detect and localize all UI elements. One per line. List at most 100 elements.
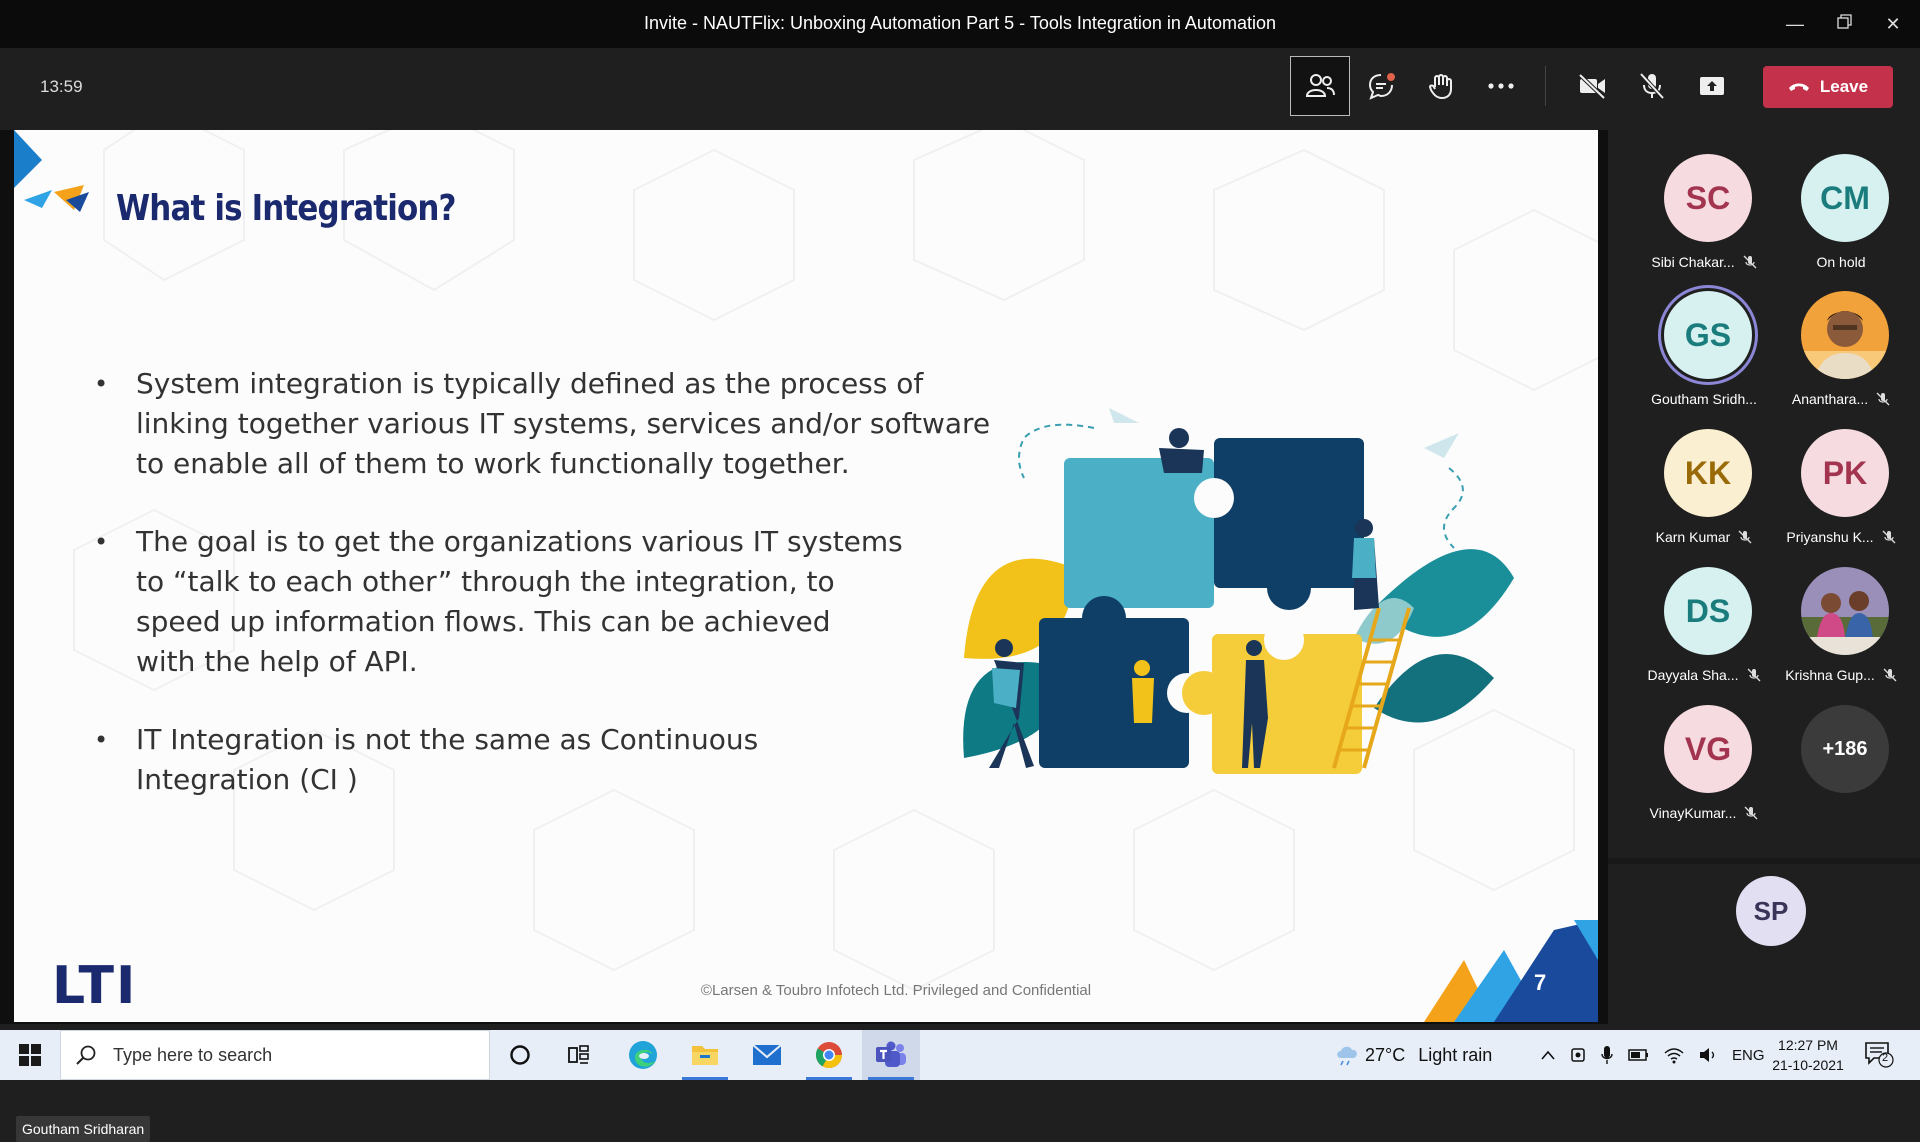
page-corner-graphic: [1424, 920, 1598, 1022]
self-view-tile[interactable]: SP: [1701, 874, 1841, 1010]
slide-title: What is Integration?: [116, 188, 457, 229]
clock-time: 12:27 PM: [1778, 1037, 1838, 1053]
weather-widget[interactable]: 27°C Light rain: [1365, 1045, 1492, 1066]
cortana-button[interactable]: [491, 1030, 549, 1080]
leave-button[interactable]: Leave: [1763, 66, 1893, 108]
participant-tile[interactable]: DS Dayyala Sha...: [1634, 543, 1774, 683]
start-button[interactable]: [0, 1030, 60, 1080]
slide-copyright: ©Larsen & Toubro Infotech Ltd. Privilege…: [700, 982, 1092, 999]
bullet-2-line: to “talk to each other” through the inte…: [136, 565, 835, 598]
participant-name-row: VinayKumar...: [1634, 805, 1774, 821]
bullet-1-line: linking together various IT systems, ser…: [136, 407, 991, 440]
avatar: PK: [1801, 429, 1889, 517]
participant-photo: [1801, 567, 1889, 655]
wifi-icon[interactable]: [1664, 1046, 1684, 1064]
meet-now-icon[interactable]: [1570, 1046, 1586, 1064]
leave-label: Leave: [1819, 77, 1869, 96]
mic-off-icon: [1639, 72, 1665, 100]
mail-icon: [752, 1044, 782, 1065]
search-placeholder: Type here to search: [113, 1044, 273, 1065]
bullet-point-icon: •: [94, 370, 109, 398]
windows-taskbar: Type here to search 27°C Light rain ENG …: [0, 1030, 1920, 1080]
chevron-up-icon[interactable]: [1540, 1049, 1556, 1061]
windows-logo-icon: [19, 1044, 41, 1066]
muted-mic-icon: [1882, 530, 1896, 544]
file-explorer-taskbar-button[interactable]: [676, 1030, 734, 1080]
meeting-timer: 13:59: [40, 77, 83, 96]
bullet-2-line: with the help of API.: [136, 645, 418, 678]
participant-tile[interactable]: KK Karn Kumar: [1634, 405, 1774, 545]
clock-date: 21-10-2021: [1772, 1057, 1844, 1073]
mic-toggle-button[interactable]: [1622, 56, 1682, 116]
camera-off-icon: [1578, 73, 1606, 99]
bullet-point-icon: •: [94, 528, 109, 556]
bullet-point-icon: •: [94, 726, 109, 754]
participant-tile[interactable]: VG VinayKumar...: [1634, 681, 1774, 821]
edge-icon: [629, 1041, 657, 1069]
camera-toggle-button[interactable]: [1562, 56, 1622, 116]
phone-icon: [1788, 83, 1809, 91]
muted-mic-icon: [1876, 392, 1890, 406]
window-title: Invite - NAUTFlix: Unboxing Automation P…: [644, 13, 1276, 33]
muted-mic-icon: [1747, 668, 1760, 682]
meeting-toolbar: 13:59 Leave: [0, 48, 1920, 130]
more-actions-button[interactable]: [1471, 56, 1531, 116]
muted-mic-icon: [1883, 668, 1897, 682]
notification-icon: [1865, 1042, 1894, 1068]
share-screen-button[interactable]: [1682, 56, 1742, 116]
participant-tile[interactable]: Krishna Gup...: [1771, 543, 1911, 683]
notification-count: 2: [1882, 1052, 1889, 1064]
window-titlebar: Invite - NAUTFlix: Unboxing Automation P…: [0, 0, 1920, 48]
toolbar-divider: [1545, 66, 1546, 106]
avatar: CM: [1801, 154, 1889, 242]
close-button[interactable]: ✕: [1878, 10, 1908, 38]
taskbar-clock[interactable]: 12:27 PM 21-10-2021: [1760, 1035, 1856, 1075]
presenter-name-tag: Goutham Sridharan: [16, 1116, 151, 1142]
edge-taskbar-button[interactable]: [614, 1030, 672, 1080]
participant-tile[interactable]: PK Priyanshu K...: [1771, 405, 1911, 545]
bullet-1-line: to enable all of them to work functional…: [136, 447, 850, 480]
chat-icon: [1368, 73, 1395, 100]
participants-button[interactable]: [1290, 56, 1350, 116]
cortana-icon: [510, 1045, 530, 1065]
corner-logo-icon: [14, 130, 89, 212]
avatar: GS: [1664, 291, 1752, 379]
notification-center-button[interactable]: 2: [1864, 1040, 1894, 1073]
volume-icon[interactable]: [1698, 1046, 1718, 1064]
participant-tile[interactable]: GS Goutham Sridh...: [1634, 267, 1774, 407]
avatar: DS: [1664, 567, 1752, 655]
raise-hand-button[interactable]: [1411, 56, 1471, 116]
chrome-taskbar-button[interactable]: [800, 1030, 858, 1080]
microphone-icon[interactable]: [1600, 1045, 1614, 1065]
search-icon: [76, 1045, 96, 1065]
muted-mic-icon: [1744, 806, 1758, 820]
minimize-button[interactable]: —: [1780, 10, 1810, 38]
shared-screen: What is Integration? • System integratio…: [0, 130, 1608, 1142]
puzzle-illustration: [963, 408, 1514, 774]
bullet-2-line: The goal is to get the organizations var…: [136, 525, 903, 558]
bullet-1-line: System integration is typically defined …: [136, 367, 924, 400]
taskbar-search[interactable]: Type here to search: [60, 1030, 490, 1080]
mail-taskbar-button[interactable]: [738, 1030, 796, 1080]
weather-rain-icon: [1337, 1046, 1357, 1066]
battery-icon[interactable]: [1628, 1048, 1650, 1062]
participant-tile[interactable]: CM On hold: [1771, 130, 1911, 270]
task-view-button[interactable]: [550, 1030, 608, 1080]
participant-tile[interactable]: Ananthara...: [1771, 267, 1911, 407]
system-tray: ENG: [1540, 1030, 1765, 1080]
chat-button[interactable]: [1351, 56, 1411, 116]
people-icon: [1305, 74, 1335, 97]
more-participants-count: +186: [1801, 705, 1889, 793]
restore-button[interactable]: [1830, 10, 1860, 38]
bullet-2-line: speed up information flows. This can be …: [136, 605, 831, 638]
participant-tile[interactable]: SC Sibi Chakar...: [1634, 130, 1774, 270]
avatar: KK: [1664, 429, 1752, 517]
participant-name: VinayKumar...: [1649, 805, 1737, 821]
slide-page-number: 7: [1534, 970, 1547, 995]
avatar: VG: [1664, 705, 1752, 793]
restore-icon: [1837, 14, 1852, 29]
more-participants-tile[interactable]: +186: [1771, 681, 1911, 817]
raise-hand-icon: [1428, 74, 1452, 100]
teams-taskbar-button[interactable]: [862, 1030, 920, 1080]
more-icon: [1488, 83, 1514, 89]
